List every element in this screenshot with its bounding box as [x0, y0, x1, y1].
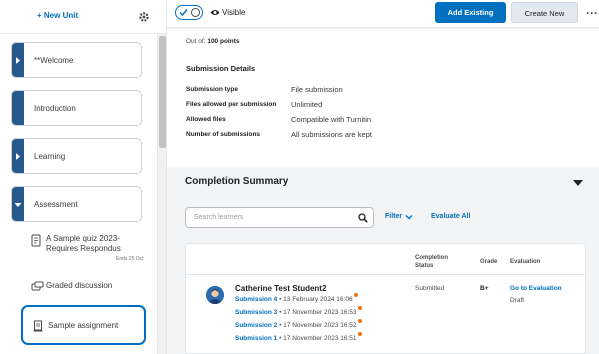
search-placeholder: Search learners: [194, 214, 244, 221]
assignment-details: Out of: 100 points Submission Details Su…: [167, 29, 599, 167]
avatar: [206, 286, 224, 304]
out-of-value: 100 points: [207, 38, 240, 45]
search-learners-input[interactable]: Search learners: [185, 207, 374, 228]
unit-learning[interactable]: Learning: [11, 138, 142, 174]
search-icon[interactable]: [358, 213, 368, 223]
unit-welcome[interactable]: **Welcome: [11, 42, 142, 78]
detail-value: Unlimited: [291, 100, 323, 109]
submission-date: 17 November 2023 16:52: [283, 322, 357, 329]
scrollbar-thumb[interactable]: [159, 36, 166, 148]
submission-details-title: Submission Details: [186, 64, 256, 73]
detail-label: Submission type: [186, 86, 239, 93]
submission-link[interactable]: Submission 3: [235, 309, 277, 316]
sidebar-item-sample-assignment[interactable]: Sample assignment: [21, 305, 146, 345]
column-header-status: Completion Status: [415, 255, 448, 269]
unit-label: Learning: [34, 152, 66, 161]
out-of-label: Out of:: [186, 38, 206, 45]
chevron-down-icon: [14, 203, 22, 207]
submission-date: 17 November 2023 16:51: [283, 335, 357, 342]
toolbar: Visible Add Existing Create New ···: [167, 0, 599, 28]
new-indicator-dot: [357, 319, 362, 323]
quiz-icon: [31, 234, 41, 247]
submission-date: 17 November 2023 16:53: [283, 309, 357, 316]
submission-link[interactable]: Submission 1: [235, 335, 277, 342]
learners-table: Completion Status Grade Evaluation Cathe…: [185, 243, 586, 354]
detail-label: Number of submissions: [186, 131, 261, 138]
add-existing-button[interactable]: Add Existing: [435, 2, 506, 23]
new-indicator-dot: [357, 306, 362, 310]
new-indicator-dot: [357, 332, 362, 336]
grade-value: B+: [480, 285, 489, 292]
more-options-icon[interactable]: ···: [586, 6, 598, 20]
header-divider: [186, 274, 585, 275]
go-to-evaluation-link[interactable]: Go to Evaluation: [510, 285, 562, 292]
gear-icon[interactable]: [138, 10, 150, 22]
learner-name[interactable]: Catherine Test Student2: [235, 284, 326, 293]
detail-value: File submission: [291, 85, 343, 94]
sidebar-item-label: Graded discussion: [46, 281, 113, 290]
check-icon: [179, 9, 188, 17]
completion-status: Submitted: [415, 285, 445, 292]
units-sidebar: + New Unit **Welcome Introduction Learni…: [0, 0, 167, 354]
detail-value: All submissions are kept: [291, 130, 372, 139]
unit-label: Assessment: [34, 200, 78, 209]
visibility-label: Visible: [222, 8, 246, 17]
submission-row: Submission 4 • 13 February 2024 16:06: [235, 293, 358, 303]
submission-link[interactable]: Submission 2: [235, 322, 277, 329]
detail-label: Files allowed per submission: [186, 101, 277, 108]
chevron-right-icon: [16, 57, 20, 64]
assignment-icon: [33, 320, 43, 332]
sidebar-item-sample-quiz[interactable]: A Sample quiz 2023- Requires Respondus E…: [21, 234, 146, 264]
detail-label: Allowed files: [186, 116, 226, 123]
unit-label: **Welcome: [34, 56, 74, 65]
column-header-grade: Grade: [480, 259, 498, 265]
evaluate-all-button[interactable]: Evaluate All: [431, 213, 470, 220]
new-unit-button[interactable]: + New Unit: [37, 11, 78, 20]
unit-label: Introduction: [34, 104, 76, 113]
create-new-button[interactable]: Create New: [511, 2, 578, 23]
discussion-icon: [31, 281, 44, 291]
submission-row: Submission 2 • 17 November 2023 16:52: [235, 319, 362, 329]
sidebar-scrollbar[interactable]: [157, 34, 166, 354]
submission-link[interactable]: Submission 4: [235, 296, 277, 303]
new-indicator-dot: [353, 293, 358, 297]
end-date-label: Ends 25 Oct: [116, 256, 144, 262]
out-of-text: Out of: 100 points: [186, 38, 239, 45]
detail-value: Compatible with Turnitin: [291, 115, 372, 124]
unit-introduction[interactable]: Introduction: [11, 90, 142, 126]
column-header-evaluation: Evaluation: [510, 259, 541, 265]
submission-date: 13 February 2024 16:06: [283, 296, 353, 303]
chevron-down-icon[interactable]: [405, 214, 413, 220]
eye-icon: [210, 10, 220, 15]
filter-button[interactable]: Filter: [385, 213, 402, 220]
toggle-knob: [191, 8, 200, 17]
sidebar-item-label: Sample assignment: [48, 321, 119, 330]
sidebar-item-label: A Sample quiz 2023- Requires Respondus: [46, 234, 121, 253]
unit-assessment[interactable]: Assessment: [11, 186, 142, 222]
sidebar-header: + New Unit: [0, 0, 166, 34]
chevron-right-icon: [16, 153, 20, 160]
visibility-toggle[interactable]: [175, 5, 203, 20]
evaluation-state: Draft: [510, 297, 525, 304]
submission-row: Submission 1 • 17 November 2023 16:51: [235, 332, 362, 342]
submission-row: Submission 3 • 17 November 2023 16:53: [235, 306, 362, 316]
sidebar-item-graded-discussion[interactable]: Graded discussion: [21, 281, 146, 295]
completion-summary-title: Completion Summary: [185, 176, 289, 187]
collapse-caret-icon[interactable]: [573, 180, 583, 186]
